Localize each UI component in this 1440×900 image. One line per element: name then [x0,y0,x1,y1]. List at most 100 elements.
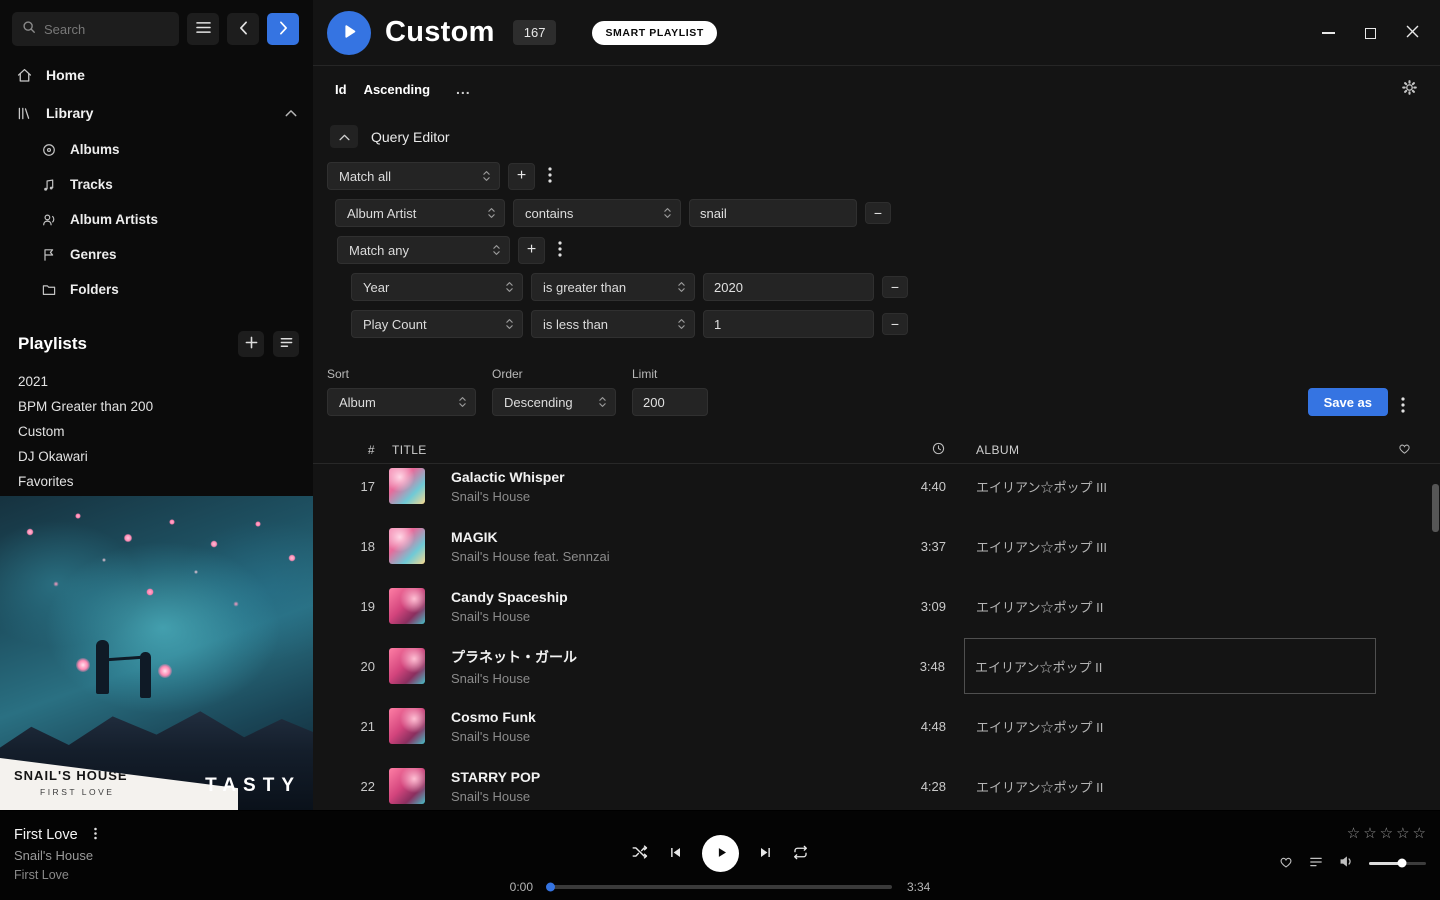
star-icon[interactable]: ☆ [1396,824,1409,842]
subrule-operator-select[interactable]: is less than [531,310,695,338]
column-album[interactable]: ALBUM [976,443,1376,457]
sort-direction-button[interactable]: Ascending [364,82,430,97]
sidebar-item-library[interactable]: Library [0,94,313,132]
nav-forward-button[interactable] [267,13,299,45]
remove-rule-button[interactable]: − [865,202,891,224]
settings-button[interactable] [1401,79,1418,99]
queue-button[interactable] [1308,854,1324,873]
track-row[interactable]: 17 Galactic Whisper Snail's House 4:40 エ… [313,464,1432,516]
track-artist: Snail's House [451,609,886,624]
rule-menu-button[interactable] [543,167,557,186]
track-album[interactable]: エイリアン☆ポップ III [976,477,1376,496]
play-playlist-button[interactable] [327,11,371,55]
track-row[interactable]: 19 Candy Spaceship Snail's House 3:09 エイ… [313,576,1432,636]
track-number: 17 [313,479,389,494]
playlist-item[interactable]: 2021 [0,369,313,394]
save-menu-button[interactable] [1396,397,1410,416]
rule-operator-select[interactable]: contains [513,199,681,227]
shuffle-button[interactable] [631,843,649,864]
track-row[interactable]: 22 STARRY POP Snail's House 4:28 エイリアン☆ポ… [313,756,1432,810]
remove-subrule-button[interactable]: − [882,313,908,335]
maximize-button[interactable] [1362,25,1378,41]
save-as-button[interactable]: Save as [1308,388,1388,416]
previous-track-button[interactable] [668,845,683,863]
track-album[interactable]: エイリアン☆ポップ II [976,777,1376,796]
match-mode-select[interactable]: Match all [327,162,500,190]
sidebar-item-albums[interactable]: Albums [0,132,313,167]
track-artwork [389,768,425,804]
collapse-button[interactable] [330,125,358,148]
add-playlist-button[interactable] [238,331,264,357]
sort-field-button[interactable]: Id [335,82,347,97]
column-number[interactable]: # [313,443,389,457]
volume-icon [1338,853,1355,873]
column-duration[interactable] [886,441,946,459]
track-row[interactable]: 18 MAGIK Snail's House feat. Sennzai 3:3… [313,516,1432,576]
track-info: プラネット・ガール Snail's House [451,647,885,686]
star-icon[interactable]: ☆ [1347,824,1360,842]
select-arrows-icon [492,243,501,257]
group-menu-button[interactable] [553,241,567,260]
sidebar-item-tracks[interactable]: Tracks [0,167,313,202]
track-album[interactable]: エイリアン☆ポップ II [976,597,1376,616]
subrule-value-input[interactable] [703,310,874,338]
queue-icon [1308,854,1324,873]
track-row[interactable]: 21 Cosmo Funk Snail's House 4:48 エイリアン☆ポ… [313,696,1432,756]
sidebar-item-genres[interactable]: Genres [0,237,313,272]
query-subrule-row: Play Count is less than − [313,310,1440,338]
menu-button[interactable] [187,13,219,45]
volume-button[interactable] [1338,853,1355,873]
subrule-field-select[interactable]: Play Count [351,310,523,338]
nav-back-button[interactable] [227,13,259,45]
favorite-button[interactable] [1278,854,1294,873]
search-input[interactable] [44,22,169,37]
volume-handle[interactable] [1398,859,1407,868]
group-match-mode-select[interactable]: Match any [337,236,510,264]
scrollbar-thumb[interactable] [1432,484,1439,532]
track-row[interactable]: 20 プラネット・ガール Snail's House 3:48 エイリアン☆ポッ… [313,636,1432,696]
next-track-button[interactable] [758,845,773,863]
rule-value-input[interactable] [689,199,857,227]
order-select[interactable]: Descending [492,388,616,416]
more-options-button[interactable]: ... [456,81,471,97]
add-group-rule-button[interactable]: + [518,237,545,264]
column-favorite[interactable] [1376,441,1432,459]
track-artist: Snail's House [451,671,885,686]
track-album[interactable]: エイリアン☆ポップ III [976,537,1376,556]
play-pause-button[interactable] [702,835,739,872]
playlist-item[interactable]: Favorites [0,469,313,494]
track-album[interactable]: エイリアン☆ポップ II [976,717,1376,736]
subrule-operator-select[interactable]: is greater than [531,273,695,301]
sidebar-item-home[interactable]: Home [0,56,313,94]
column-title[interactable]: TITLE [389,443,886,457]
star-icon[interactable]: ☆ [1363,824,1376,842]
sidebar-item-folders[interactable]: Folders [0,272,313,307]
seek-handle[interactable] [546,883,555,892]
chevron-up-icon[interactable] [285,109,297,117]
limit-input[interactable] [632,388,708,416]
now-playing-artwork[interactable]: SNAIL'S HOUSE FIRST LOVE TASTY [0,496,313,810]
add-rule-button[interactable]: + [508,163,535,190]
minimize-button[interactable] [1320,25,1336,41]
subrule-field-select[interactable]: Year [351,273,523,301]
subrule-value-input[interactable] [703,273,874,301]
search-box[interactable] [12,12,179,46]
rule-field-select[interactable]: Album Artist [335,199,505,227]
volume-slider[interactable] [1369,862,1426,865]
star-icon[interactable]: ☆ [1380,824,1393,842]
playlist-item[interactable]: DJ Okawari [0,444,313,469]
close-button[interactable] [1404,25,1420,41]
seek-bar[interactable] [548,885,892,889]
playlist-item[interactable]: Custom [0,419,313,444]
remove-subrule-button[interactable]: − [882,276,908,298]
select-value: Descending [504,395,573,410]
playlist-list-button[interactable] [273,331,299,357]
sidebar-item-album-artists[interactable]: Album Artists [0,202,313,237]
progress-section: 0:00 3:34 [499,880,941,894]
now-playing-menu-button[interactable] [89,827,102,843]
track-album-focused[interactable]: エイリアン☆ポップ II [964,638,1376,694]
star-icon[interactable]: ☆ [1413,824,1426,842]
repeat-button[interactable] [792,844,809,864]
playlist-item[interactable]: BPM Greater than 200 [0,394,313,419]
sort-select[interactable]: Album [327,388,476,416]
